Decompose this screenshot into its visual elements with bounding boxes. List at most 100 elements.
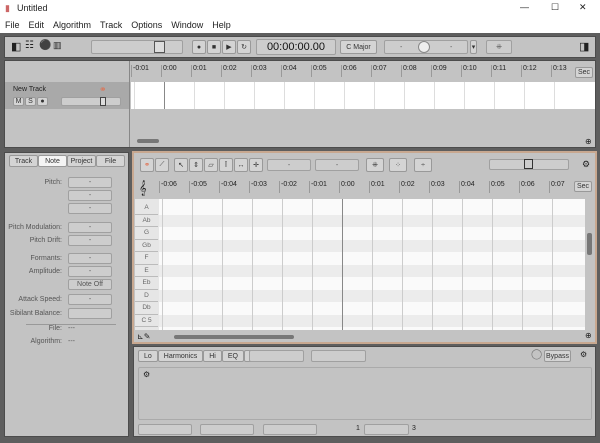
play-button[interactable]: ▶ xyxy=(222,40,236,54)
bypass-button[interactable]: Bypass xyxy=(544,350,571,362)
pitch-tool[interactable]: ⇕ xyxy=(189,158,203,172)
field-value[interactable]: - xyxy=(68,294,112,305)
select-tool[interactable]: ↖ xyxy=(174,158,188,172)
field-value[interactable]: - xyxy=(68,190,112,201)
split-tool[interactable]: ✛ xyxy=(249,158,263,172)
menu-track[interactable]: Track xyxy=(100,20,122,30)
grid-line xyxy=(342,199,343,330)
effects-gear-icon[interactable]: ⚙ xyxy=(580,350,587,359)
loop-button[interactable]: ↻ xyxy=(237,40,251,54)
piano-key[interactable]: Gb xyxy=(135,239,158,252)
piano-key[interactable]: E xyxy=(135,264,158,277)
time-tool[interactable]: ↔ xyxy=(234,158,248,172)
tab-lo[interactable]: Lo xyxy=(138,350,158,362)
field-value[interactable]: - xyxy=(68,177,112,188)
note-ruler[interactable]: -0:06 -0:05 -0:04 -0:03 -0:02 -0:01 0:00 0:01 0:… xyxy=(159,179,579,195)
zoom-icon[interactable]: ⊕ xyxy=(585,137,592,146)
quantize-button[interactable]: ⁘ xyxy=(389,158,407,172)
record-button[interactable]: ● xyxy=(192,40,206,54)
menu-help[interactable]: Help xyxy=(212,20,231,30)
tab-hi[interactable]: Hi xyxy=(203,350,222,362)
tab-eq[interactable]: EQ xyxy=(221,350,244,362)
piano-key[interactable]: Db xyxy=(135,302,158,315)
mute-button[interactable]: M xyxy=(13,97,24,106)
volume-slider[interactable] xyxy=(91,40,183,54)
time-unit-selector[interactable]: Sec xyxy=(575,67,593,78)
formant-tool[interactable]: ⏥ xyxy=(204,158,218,172)
settings-gear-icon[interactable]: ⚙ xyxy=(582,159,590,170)
record-arm-button[interactable]: ● xyxy=(37,97,48,106)
curve-mode-button[interactable]: ⟋ xyxy=(155,158,169,172)
note-grid[interactable] xyxy=(159,199,585,330)
piano-key[interactable]: Eb xyxy=(135,277,158,290)
grid-line xyxy=(492,199,493,330)
note-ruler-tick: -0:01 xyxy=(309,181,327,193)
layout-icon[interactable]: ◧ xyxy=(11,40,21,53)
field-value[interactable]: - xyxy=(68,266,112,277)
timeline-ruler[interactable]: -0:01 0:00 0:01 0:02 0:03 0:04 0:05 0:06 0:07 0:0… xyxy=(131,63,581,79)
spectrum-icon[interactable]: ▥ xyxy=(53,40,62,51)
note-field-1[interactable]: - xyxy=(267,159,311,171)
brightness-slider[interactable] xyxy=(311,350,366,362)
close-button[interactable]: ✕ xyxy=(579,2,587,13)
file-value: --- xyxy=(68,325,75,332)
piano-key[interactable]: Ab xyxy=(135,214,158,227)
note-horizontal-scrollbar[interactable] xyxy=(174,335,294,339)
panel-toggle-icon[interactable]: ◨ xyxy=(579,40,589,53)
power-icon[interactable]: ◯ xyxy=(531,349,542,360)
note-time-unit[interactable]: Sec xyxy=(574,181,592,192)
menu-algorithm[interactable]: Algorithm xyxy=(53,20,91,30)
menu-options[interactable]: Options xyxy=(131,20,162,30)
effects-area-gear-icon[interactable]: ⚙ xyxy=(143,370,150,379)
tab-harmonics[interactable]: Harmonics xyxy=(157,350,204,362)
tools-icon[interactable]: ⊾✎ xyxy=(137,332,150,341)
snap-button[interactable]: ⁜ xyxy=(486,40,512,54)
menu-edit[interactable]: Edit xyxy=(29,20,45,30)
menu-window[interactable]: Window xyxy=(171,20,203,30)
piano-key[interactable]: G xyxy=(135,227,158,240)
key-selector[interactable]: C Major xyxy=(340,40,377,54)
track-lane[interactable] xyxy=(131,82,595,109)
pitch-knob[interactable] xyxy=(418,41,430,53)
param-slider-1[interactable] xyxy=(138,424,192,435)
piano-key[interactable]: C 5 xyxy=(135,314,158,327)
pitch-control[interactable]: - - xyxy=(384,40,468,54)
field-value[interactable]: - xyxy=(68,253,112,264)
vertical-scrollbar[interactable] xyxy=(587,233,592,255)
timeline-tick: 0:03 xyxy=(251,65,267,77)
pitch-dropdown[interactable]: ▾ xyxy=(470,40,477,54)
split-notes-button[interactable]: ÷ xyxy=(414,158,432,172)
view-mode-slider[interactable] xyxy=(489,159,569,170)
track-volume-slider[interactable] xyxy=(61,97,121,106)
field-value[interactable]: Note Off xyxy=(68,279,112,290)
track-header[interactable]: New Track ⚭ M S ● xyxy=(5,82,129,109)
piano-key[interactable]: A xyxy=(135,202,158,215)
tracks-icon[interactable]: ☷ xyxy=(25,40,34,51)
piano-key[interactable]: D xyxy=(135,289,158,302)
range-slider[interactable] xyxy=(364,424,409,435)
field-value[interactable] xyxy=(68,308,112,319)
stop-button[interactable]: ■ xyxy=(207,40,221,54)
maximize-button[interactable]: ☐ xyxy=(551,2,559,13)
pitch-right-value: - xyxy=(450,43,453,51)
link-mode-button[interactable]: ⚭ xyxy=(140,158,154,172)
field-value[interactable]: - xyxy=(68,235,112,246)
amplitude-tool[interactable]: Ī xyxy=(219,158,233,172)
minimize-button[interactable]: — xyxy=(520,2,529,12)
param-slider-2[interactable] xyxy=(200,424,254,435)
menu-file[interactable]: File xyxy=(5,20,20,30)
notes-icon[interactable]: ⚫ xyxy=(39,40,51,51)
formant-slider[interactable] xyxy=(249,350,304,362)
solo-button[interactable]: S xyxy=(25,97,36,106)
clef-icon[interactable]: 𝄞 xyxy=(139,180,147,196)
field-value[interactable]: - xyxy=(68,203,112,214)
link-icon[interactable]: ⚭ xyxy=(99,84,107,95)
note-zoom-icon[interactable]: ⊕ xyxy=(585,331,592,340)
field-value[interactable]: - xyxy=(68,222,112,233)
center-pitch-button[interactable]: ⁜ xyxy=(366,158,384,172)
horizontal-scrollbar[interactable] xyxy=(137,139,159,143)
track-name[interactable]: New Track xyxy=(13,86,46,93)
note-field-2[interactable]: - xyxy=(315,159,359,171)
piano-key[interactable]: F xyxy=(135,252,158,265)
param-slider-3[interactable] xyxy=(263,424,317,435)
